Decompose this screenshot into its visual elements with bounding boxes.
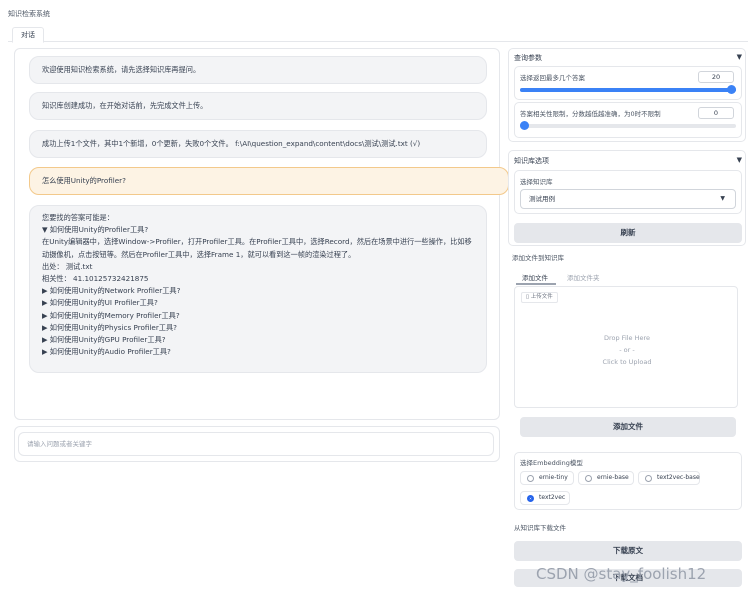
top-k-slider[interactable]: [520, 85, 736, 94]
answer-intro: 您要找的答案可能是：: [42, 213, 114, 222]
radio-text2vec[interactable]: text2vec: [520, 491, 570, 505]
tab-bar: 对话: [8, 26, 748, 43]
answer-collapsed-item[interactable]: ▶ 如何使用Unity的Physics Profiler工具?: [42, 322, 474, 334]
add-files-title: 添加文件到知识库: [512, 254, 564, 262]
user-message: 怎么使用Unity的Profiler?: [29, 167, 509, 195]
chat-panel: 欢迎使用知识检索系统，请先选择知识库再提问。 知识库创建成功，在开始对话前，先完…: [14, 48, 509, 420]
click-upload-text: Click to Upload: [602, 358, 652, 366]
threshold-label: 答案相关性限制，分数越低越准确，为0时不限制: [520, 110, 661, 118]
active-tab-indicator: [516, 283, 556, 285]
embedding-label: 选择Embedding模型: [520, 459, 583, 467]
drop-text: Drop File Here: [603, 334, 651, 342]
radio-ernie-base[interactable]: ernie-base: [578, 471, 634, 485]
top-k-slider-handle[interactable]: [727, 85, 736, 94]
file-icon: ▯: [526, 294, 530, 300]
chevron-down-icon: ▼: [736, 156, 742, 164]
download-original-button[interactable]: 下载原文: [514, 541, 742, 561]
threshold-number[interactable]: 0: [698, 107, 734, 119]
add-file-button[interactable]: 添加文件: [520, 417, 736, 437]
top-k-label: 选择返回最多几个答案: [520, 74, 585, 82]
answer-collapsed-item[interactable]: ▶ 如何使用Unity的Network Profiler工具?: [42, 285, 474, 297]
answer-body: 在Unity编辑器中，选择Window->Profiler，打开Profiler…: [42, 237, 472, 259]
kb-select-label: 选择知识库: [520, 178, 553, 186]
answer-expanded-title[interactable]: ▼ 如何使用Unity的Profiler工具?: [42, 224, 474, 236]
file-drop-zone[interactable]: ▯ 上传文件 Drop File Here - or - Click to Up…: [514, 286, 738, 408]
download-title: 从知识库下载文件: [514, 524, 566, 532]
app-title: 知识检索系统: [8, 10, 50, 18]
drop-or-text: - or -: [619, 346, 635, 354]
radio-selected-icon: [527, 495, 534, 502]
watermark: CSDN @stay_foolish12: [536, 565, 707, 583]
tab-chat[interactable]: 对话: [12, 27, 44, 43]
radio-circle-icon: [585, 475, 592, 482]
bot-message: 欢迎使用知识检索系统，请先选择知识库再提问。: [29, 56, 487, 84]
threshold-slider-handle[interactable]: [520, 121, 529, 130]
bot-message: 知识库创建成功，在开始对话前，先完成文件上传。: [29, 92, 487, 120]
answer-message: 您要找的答案可能是： ▼ 如何使用Unity的Profiler工具? 在Unit…: [29, 205, 487, 373]
answer-collapsed-item[interactable]: ▶ 如何使用Unity的UI Profiler工具?: [42, 297, 474, 309]
upload-file-badge: ▯ 上传文件: [521, 292, 558, 303]
tab-add-file[interactable]: 添加文件: [522, 272, 548, 282]
answer-collapsed-item[interactable]: ▶ 如何使用Unity的GPU Profiler工具?: [42, 334, 474, 346]
kb-select[interactable]: 测试用例 ▼: [520, 189, 736, 209]
radio-text2vec-base[interactable]: text2vec-base: [638, 471, 700, 485]
refresh-button[interactable]: 刷新: [514, 223, 742, 243]
radio-circle-icon: [645, 475, 652, 482]
tab-add-folder[interactable]: 添加文件夹: [567, 272, 600, 282]
answer-relevance: 相关性： 41.10125732421875: [42, 274, 149, 284]
answer-collapsed-item[interactable]: ▶ 如何使用Unity的Memory Profiler工具?: [42, 310, 474, 322]
kb-options-header[interactable]: 知识库选项 ▼: [514, 156, 742, 166]
chevron-down-icon: ▼: [736, 53, 742, 61]
threshold-slider[interactable]: [520, 121, 736, 130]
query-params-header[interactable]: 查询参数 ▼: [514, 53, 742, 63]
radio-circle-icon: [527, 475, 534, 482]
radio-ernie-tiny[interactable]: ernie-tiny: [520, 471, 574, 485]
top-k-number[interactable]: 20: [698, 71, 734, 83]
top-k-slider-fill: [520, 88, 736, 92]
answer-source: 出处： 测试.txt: [42, 261, 93, 271]
answer-collapsed-item[interactable]: ▶ 如何使用Unity的Audio Profiler工具?: [42, 346, 474, 358]
chevron-down-icon: ▼: [720, 195, 725, 202]
chat-input[interactable]: [18, 432, 494, 456]
bot-message: 成功上传1个文件，其中1个新增，0个更新，失败0个文件。 f:\AI\quest…: [29, 130, 487, 158]
